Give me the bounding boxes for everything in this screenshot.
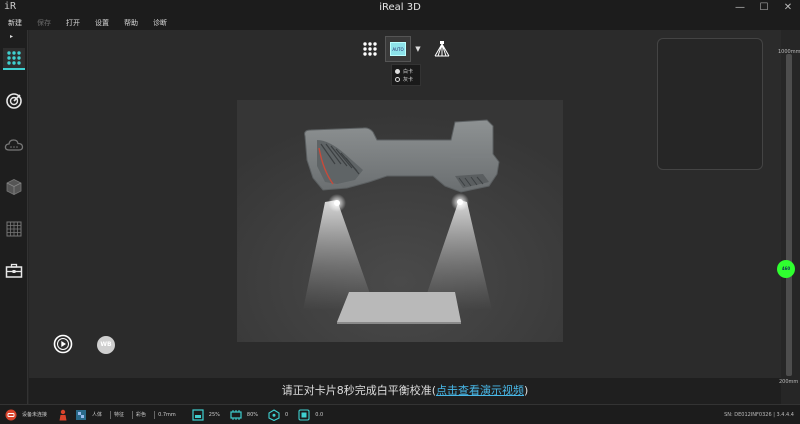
calibration-illustration [237,100,563,342]
window-controls: — ☐ ✕ [728,0,800,16]
dot-grid-icon [7,51,21,65]
instruction-bar: 请正对卡片8秒完成白平衡校准(点击查看演示视频) [29,378,781,404]
sidebar-item-align[interactable] [3,90,25,112]
app-window: iR iReal 3D — ☐ ✕ 新建 保存 打开 设置 帮助 诊断 ▸ AU… [0,0,800,424]
menu-help[interactable]: 帮助 [124,16,138,30]
sidebar-item-cloud[interactable] [3,134,25,156]
auto-wb-icon: AUTO [390,42,406,56]
sidebar-expand-icon[interactable]: ▸ [10,33,13,40]
sidebar-item-scan-mode[interactable] [3,48,25,70]
radio-selected-icon [395,68,400,74]
cloud-icon [4,139,24,151]
menu-new[interactable]: 新建 [8,16,22,30]
scan-viewport[interactable]: AUTO ▼ 白卡 灰卡 WB [29,30,781,378]
menu-open[interactable]: 打开 [66,16,80,30]
device-info: SN: DE012INF0326 | 3.4.4.4 [724,412,794,418]
menu-settings[interactable]: 设置 [95,16,109,30]
dot-grid-icon [363,42,377,56]
radio-empty-icon [395,76,400,82]
polygon-count-icon [268,408,280,421]
wb-calibrate-button[interactable]: WB [97,336,115,354]
storage-drive-icon [192,408,204,421]
white-balance-menu: 白卡 灰卡 [391,64,421,86]
person-icon [59,409,67,420]
lighting-button[interactable] [429,36,455,62]
point-count: 0 [285,411,289,418]
status-divider [132,410,134,419]
mode-color: 彩色 [136,412,147,418]
storage-icon [191,408,205,422]
window-title: iReal 3D [379,2,421,13]
frame-value: 0.0 [315,411,324,418]
sidebar-item-mesh[interactable] [3,176,25,198]
maximize-button[interactable]: ☐ [752,0,776,16]
feature-icon [76,409,87,420]
minimize-button[interactable]: — [728,0,752,16]
white-balance-auto-button[interactable]: AUTO [385,36,411,62]
memory-chip-icon [230,409,242,420]
status-divider [154,410,156,419]
software-version: 3.4.4.4 [776,412,795,418]
sidebar-item-grid[interactable] [3,218,25,240]
left-sidebar: ▸ [0,30,28,404]
sidebar-item-toolbox[interactable] [3,260,25,282]
memory-icon [229,408,243,422]
instruction-tail: ) [524,384,529,397]
preview-panel [657,38,763,170]
points-icon [267,408,281,422]
person-mode-icon [56,408,70,422]
device-status-icon [4,408,18,422]
scanner-illustration [237,100,563,342]
align-icon [6,93,22,109]
frame-rate-icon [298,408,310,421]
play-icon [53,334,73,354]
instruction-text: 请正对卡片8秒完成白平衡校准( [281,384,436,397]
toolbox-icon [5,263,23,278]
wb-option-white-card[interactable]: 白卡 [395,67,417,75]
title-bar: iR iReal 3D — ☐ ✕ [0,0,800,16]
mode-feature: 特征 [114,412,125,418]
wb-option-gray-card[interactable]: 灰卡 [395,75,417,83]
grid-icon [6,221,22,237]
scan-feature-icon [74,408,88,422]
lamp-light-icon [434,41,450,57]
memory-usage: 80% [246,411,259,418]
status-divider [110,410,112,419]
demo-video-link[interactable]: 点击查看演示视频 [436,384,524,397]
distance-slider-track[interactable] [786,54,792,376]
resolution-value: 0.7mm [158,411,176,418]
menu-save[interactable]: 保存 [37,16,51,30]
distance-min-label: 200mm [779,379,799,385]
device-status-text: 设备未连接 [22,412,48,418]
distance-slider-knob[interactable]: 460 [777,260,795,279]
device-disconnected-icon [5,409,17,420]
mesh-cube-icon [6,179,22,195]
wb-dropdown-toggle[interactable]: ▼ [413,36,423,62]
play-demo-button[interactable] [53,334,73,354]
frame-icon [297,408,311,422]
menu-bar: 新建 保存 打开 设置 帮助 诊断 [0,16,800,30]
chevron-down-icon: ▼ [415,45,421,53]
menu-diagnose[interactable]: 诊断 [153,16,167,30]
view-toolbar: AUTO ▼ [357,36,457,62]
serial-number: SN: DE012INF0326 [724,412,772,418]
close-button[interactable]: ✕ [776,0,800,16]
storage-usage: 25% [208,411,220,418]
mode-person: 人体 [92,412,103,418]
dot-grid-button[interactable] [357,36,383,62]
status-bar: 设备未连接 人体 特征 彩色 0.7mm 25% 80% 0 0.0 SN: D… [0,404,800,424]
